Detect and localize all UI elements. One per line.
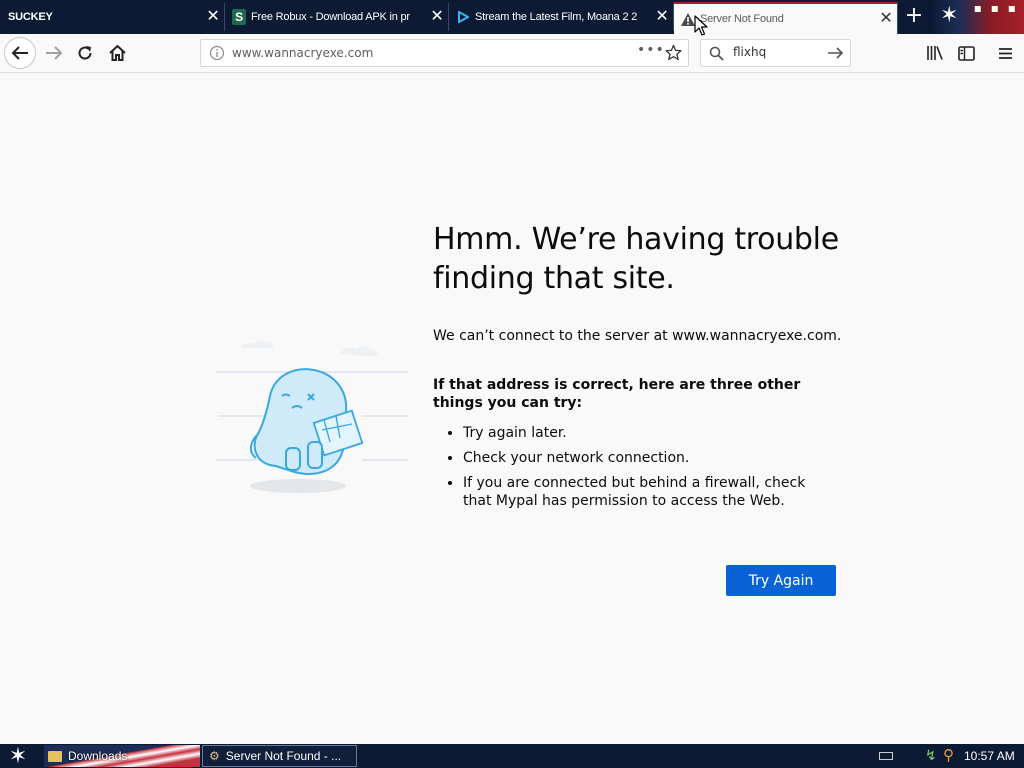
tab-stream-film[interactable]: Stream the Latest Film, Moana 2 2 ✕	[449, 3, 674, 31]
tips-list: Try again later. Check your network conn…	[433, 424, 833, 517]
tab-strip: SUCKEY ✕ S Free Robux - Download APK in …	[0, 0, 1024, 34]
home-icon	[108, 45, 126, 61]
url-bar[interactable]: www.wannacryexe.com •••	[200, 39, 689, 67]
search-icon	[709, 46, 724, 65]
reload-icon	[78, 46, 92, 60]
tab-suckey[interactable]: SUCKEY ✕	[0, 3, 225, 31]
bookmark-star-icon[interactable]	[665, 44, 682, 65]
network-icon[interactable]: ↯	[925, 747, 937, 764]
info-icon[interactable]	[209, 45, 225, 65]
star-icon: ✶	[940, 3, 959, 28]
error-description: We can’t connect to the server at www.wa…	[433, 328, 842, 344]
error-illustration	[212, 324, 412, 504]
taskbar-item-downloads[interactable]: Downloads	[48, 745, 127, 767]
menu-button[interactable]	[990, 38, 1020, 68]
tab-close-button[interactable]: ✕	[426, 9, 448, 25]
tips-heading: If that address is correct, here are thr…	[433, 377, 801, 411]
taskbar-item-label: Server Not Found - ...	[225, 749, 342, 763]
hamburger-menu-icon	[998, 47, 1012, 59]
library-button[interactable]	[920, 38, 950, 68]
play-favicon-icon	[455, 9, 471, 25]
error-title: Hmm. We’re having trouble finding that s…	[433, 222, 839, 296]
search-bar[interactable]	[700, 39, 851, 67]
forward-button[interactable]	[39, 38, 69, 68]
list-item: Check your network connection.	[463, 449, 833, 467]
home-button[interactable]	[102, 38, 132, 68]
back-button[interactable]	[4, 37, 36, 69]
new-tab-button[interactable]: +	[902, 5, 926, 29]
tab-close-button[interactable]: ✕	[875, 11, 897, 27]
mouse-cursor-icon	[694, 15, 708, 36]
reload-button[interactable]	[70, 38, 100, 68]
url-text[interactable]: www.wannacryexe.com	[232, 46, 373, 60]
tab-close-button[interactable]: ✕	[202, 9, 224, 25]
taskbar: ✶ Downloads ⚙ Server Not Found - ... ↯ ⚲…	[0, 744, 1024, 768]
search-tray-icon[interactable]: ⚲	[943, 746, 954, 764]
list-item: If you are connected but behind a firewa…	[463, 474, 833, 510]
folder-icon	[48, 750, 62, 762]
forward-arrow-icon	[46, 46, 63, 60]
taskbar-item-browser[interactable]: ⚙ Server Not Found - ...	[202, 745, 357, 767]
back-arrow-icon	[11, 46, 28, 60]
search-go-arrow-icon[interactable]	[827, 45, 845, 65]
tab-title: Server Not Found	[700, 13, 784, 25]
keyboard-icon[interactable]	[879, 752, 893, 760]
tab-title: Stream the Latest Film, Moana 2 2	[475, 11, 638, 23]
tab-close-button[interactable]: ✕	[651, 9, 673, 25]
tab-title: Free Robux - Download APK in pr	[251, 11, 410, 23]
clock[interactable]: 10:57 AM	[964, 749, 1015, 763]
search-input[interactable]	[731, 44, 825, 60]
sidebar-button[interactable]	[951, 38, 981, 68]
navigation-toolbar: www.wannacryexe.com •••	[0, 34, 1024, 73]
tab-title: SUCKEY	[8, 11, 53, 23]
tab-free-robux[interactable]: S Free Robux - Download APK in pr ✕	[225, 3, 449, 31]
taskbar-item-label: Downloads	[68, 749, 128, 763]
library-icon	[927, 46, 943, 60]
page-actions-icon[interactable]: •••	[637, 42, 665, 58]
start-button-star-icon[interactable]: ✶	[4, 744, 32, 768]
sidebar-icon	[957, 45, 975, 61]
try-again-button[interactable]: Try Again	[726, 565, 836, 596]
site-favicon-icon: S	[231, 9, 247, 25]
browser-window-icon: ⚙	[209, 749, 220, 763]
list-item: Try again later.	[463, 424, 833, 442]
